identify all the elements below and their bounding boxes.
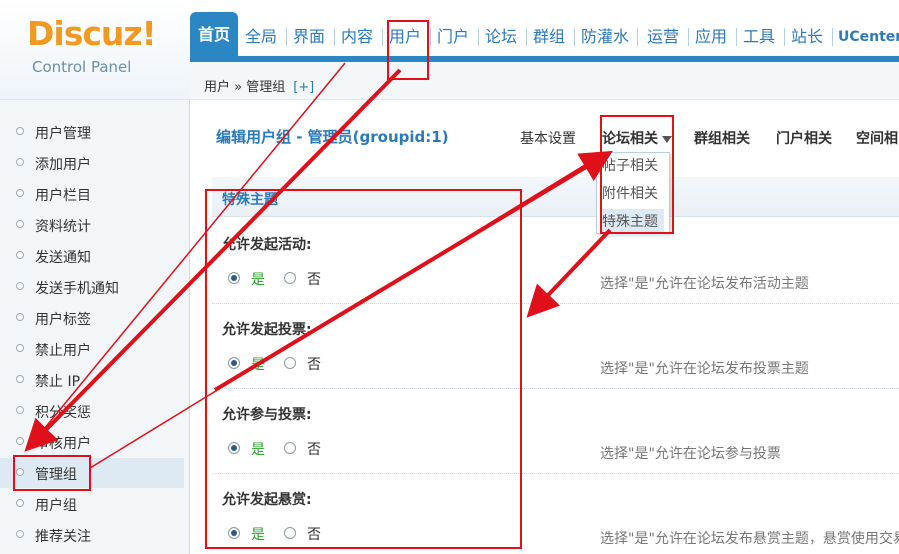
hint-text: 选择"是"允许在论坛发布投票主题 [600, 361, 809, 377]
arrow-menu-to-settings [526, 228, 612, 318]
sidebar-item-label: 用户管理 [35, 126, 91, 142]
sidebar-item-send-notice[interactable]: 发送通知 [0, 241, 184, 271]
subtab-space[interactable]: 空间相 [856, 128, 899, 148]
subtab-groups[interactable]: 群组相关 [694, 128, 750, 148]
sidebar-item-profile-stats[interactable]: 资料统计 [0, 210, 184, 240]
sidebar-item-credits-reward[interactable]: 积分奖惩 [0, 396, 184, 426]
bullet-icon [16, 437, 24, 445]
breadcrumb: 用户 » 管理组 [+] [204, 76, 314, 95]
annotation-box-admin-groups [13, 455, 91, 491]
bullet-icon [16, 406, 24, 414]
tab-separator [526, 28, 527, 46]
logo-subtitle: Control Panel [32, 58, 132, 76]
tab-separator [286, 28, 287, 46]
sidebar-item-user-fields[interactable]: 用户栏目 [0, 179, 184, 209]
sidebar-item-label: 积分奖惩 [35, 405, 91, 421]
sidebar-item-label: 禁止用户 [35, 343, 91, 359]
sidebar-item-ban-user[interactable]: 禁止用户 [0, 334, 184, 364]
tab-separator [478, 28, 479, 46]
sidebar-item-ban-ip[interactable]: 禁止 IP [0, 365, 184, 395]
sidebar-item-user-management[interactable]: 用户管理 [0, 117, 184, 147]
add-shortcut-button[interactable]: [+] [293, 80, 314, 95]
sidebar-item-label: 添加用户 [35, 157, 91, 173]
bullet-icon [16, 530, 24, 538]
subtab-portal[interactable]: 门户相关 [776, 128, 832, 148]
hint-text: 选择"是"允许在论坛发布悬赏主题，悬赏使用交易 [600, 531, 899, 547]
sidebar-item-recommend-follow[interactable]: 推荐关注 [0, 520, 184, 550]
tab-separator [574, 28, 575, 46]
bullet-icon [16, 344, 24, 352]
sidebar-item-label: 发送手机通知 [35, 281, 119, 297]
bullet-icon [16, 375, 24, 383]
bullet-icon [16, 499, 24, 507]
sidebar-item-label: 发送通知 [35, 250, 91, 266]
sidebar-item-user-tags[interactable]: 用户标签 [0, 303, 184, 333]
tab-separator [334, 28, 335, 46]
tab-operations[interactable]: 运营 [647, 14, 679, 56]
tab-separator [430, 28, 431, 46]
tab-ucenter[interactable]: UCenter [838, 14, 899, 56]
sidebar-item-label: 禁止 IP [35, 374, 81, 390]
tab-tools[interactable]: 工具 [743, 14, 775, 56]
sidebar-item-user-groups[interactable]: 用户组 [0, 489, 184, 519]
logo-area: Discuz! Control Panel [0, 0, 190, 100]
tab-apps[interactable]: 应用 [695, 14, 727, 56]
breadcrumb-path[interactable]: 用户 » 管理组 [204, 80, 285, 95]
sidebar-item-add-user[interactable]: 添加用户 [0, 148, 184, 178]
sidebar-item-label: 用户标签 [35, 312, 91, 328]
annotation-box-settings [205, 189, 522, 549]
tab-interface[interactable]: 界面 [293, 14, 325, 56]
bullet-icon [16, 251, 24, 259]
tab-separator [637, 28, 638, 46]
hint-text: 选择"是"允许在论坛发布活动主题 [600, 276, 809, 292]
sidebar-item-label: 推荐关注 [35, 529, 91, 545]
tab-separator [736, 28, 737, 46]
hint-text: 选择"是"允许在论坛参与投票 [600, 446, 781, 462]
sidebar-item-send-sms[interactable]: 发送手机通知 [0, 272, 184, 302]
sidebar-item-moderate-users[interactable]: 审核用户 [0, 427, 184, 457]
tab-home[interactable]: 首页 [190, 12, 238, 56]
tab-separator [688, 28, 689, 46]
bullet-icon [16, 127, 24, 135]
bullet-icon [16, 189, 24, 197]
tab-portal[interactable]: 门户 [437, 14, 469, 56]
tab-anti-spam[interactable]: 防灌水 [581, 14, 629, 56]
top-nav: 首页 全局 界面 内容 用户 门户 论坛 群组 防灌水 运营 应用 工具 站长 … [190, 12, 899, 62]
page-title: 编辑用户组 - 管理员(groupid:1) [216, 128, 449, 146]
annotation-box-forum-menu [600, 115, 674, 234]
tab-separator [784, 28, 785, 46]
tab-content[interactable]: 内容 [341, 14, 373, 56]
tab-webmaster[interactable]: 站长 [791, 14, 823, 56]
tab-separator [832, 28, 833, 46]
tab-separator [382, 28, 383, 46]
annotation-box-users-tab [387, 20, 429, 80]
sidebar-item-label: 用户栏目 [35, 188, 91, 204]
tab-groups[interactable]: 群组 [533, 14, 565, 56]
tab-forum[interactable]: 论坛 [485, 14, 517, 56]
tab-global[interactable]: 全局 [245, 14, 277, 56]
bullet-icon [16, 158, 24, 166]
bullet-icon [16, 220, 24, 228]
sidebar-item-label: 用户组 [35, 498, 77, 514]
sidebar-item-label: 审核用户 [35, 436, 91, 452]
breadcrumb-bar: 用户 » 管理组 [+] [190, 62, 899, 100]
logo: Discuz! [27, 14, 157, 53]
sidebar-item-label: 资料统计 [35, 219, 91, 235]
bullet-icon [16, 313, 24, 321]
bullet-icon [16, 282, 24, 290]
subtab-basic[interactable]: 基本设置 [520, 128, 576, 148]
